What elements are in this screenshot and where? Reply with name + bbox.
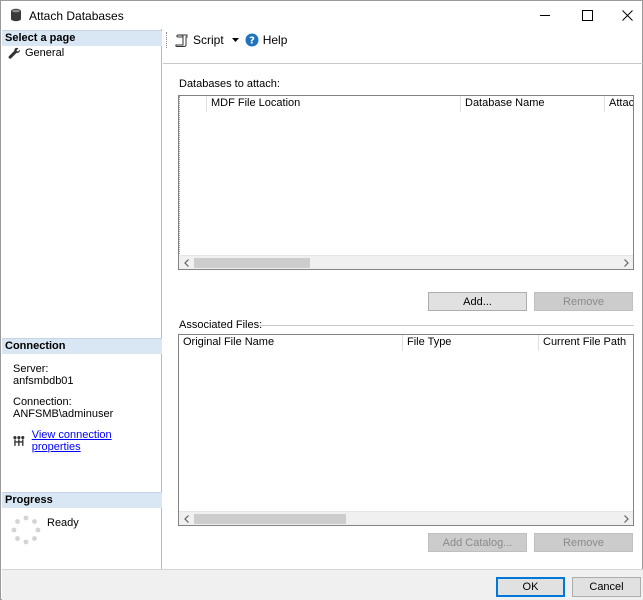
close-button[interactable]	[605, 1, 643, 29]
associated-files-grid-header: Original File Name File Type Current Fil…	[179, 335, 633, 351]
chevron-left-icon	[183, 515, 189, 523]
scroll-left-button[interactable]	[179, 512, 193, 526]
attach-databases-dialog: Attach Databases Select a page General C…	[0, 0, 643, 600]
maximize-icon	[581, 9, 593, 21]
close-icon	[621, 9, 633, 21]
scroll-right-button[interactable]	[619, 256, 633, 270]
script-icon	[175, 34, 188, 47]
associated-files-label: Associated Files:	[179, 319, 263, 331]
scroll-thumb[interactable]	[194, 514, 346, 524]
cancel-button[interactable]: Cancel	[572, 577, 641, 597]
window-title: Attach Databases	[29, 9, 124, 23]
databases-to-attach-label: Databases to attach:	[179, 78, 280, 90]
script-label: Script	[193, 33, 224, 47]
connection-header: Connection	[2, 338, 162, 354]
script-button[interactable]: Script	[175, 33, 224, 47]
column-header-select[interactable]	[179, 96, 207, 112]
associated-files-horizontal-scrollbar[interactable]	[179, 511, 633, 525]
column-header-file-type[interactable]: File Type	[403, 335, 539, 351]
connection-label: Connection:	[13, 396, 72, 408]
column-header-database-name[interactable]: Database Name	[461, 96, 605, 112]
left-panel: Select a page General Connection Server:…	[2, 29, 162, 569]
view-connection-properties[interactable]: View connection properties	[12, 429, 161, 453]
progress-header: Progress	[2, 492, 162, 508]
grid-row-indicator	[179, 96, 180, 254]
remove-database-button[interactable]: Remove	[534, 292, 633, 311]
view-connection-properties-link[interactable]: View connection properties	[32, 429, 161, 453]
toolbar: Script ? Help	[163, 29, 643, 51]
associated-files-grid[interactable]: Original File Name File Type Current Fil…	[178, 334, 634, 526]
title-bar[interactable]: Attach Databases	[1, 1, 642, 29]
minimize-button[interactable]	[523, 1, 567, 29]
progress-status: Ready	[47, 517, 79, 529]
chevron-right-icon	[623, 259, 629, 267]
databases-grid-header: MDF File Location Database Name Attach	[179, 96, 633, 112]
help-label: Help	[262, 33, 288, 47]
server-value: anfsmbdb01	[13, 375, 74, 387]
page-item-label: General	[25, 47, 65, 59]
databases-horizontal-scrollbar[interactable]	[179, 255, 633, 269]
chevron-left-icon	[183, 259, 189, 267]
wrench-icon	[8, 47, 20, 59]
column-header-mdf-file-location[interactable]: MDF File Location	[207, 96, 461, 112]
column-header-current-file-path[interactable]: Current File Path	[539, 335, 633, 351]
add-database-button[interactable]: Add...	[428, 292, 527, 311]
toolbar-grip	[166, 32, 169, 48]
ok-button[interactable]: OK	[496, 577, 565, 597]
chevron-right-icon	[623, 515, 629, 523]
column-header-original-file-name[interactable]: Original File Name	[179, 335, 403, 351]
maximize-button[interactable]	[565, 1, 609, 29]
progress-spinner-icon	[11, 515, 41, 545]
connection-properties-icon	[13, 436, 25, 446]
caret-down-icon	[231, 38, 239, 42]
svg-text:?: ?	[249, 36, 255, 47]
add-catalog-button[interactable]: Add Catalog...	[428, 533, 527, 552]
connection-value: ANFSMB\adminuser	[13, 408, 114, 420]
remove-file-button[interactable]: Remove	[534, 533, 633, 552]
scroll-right-button[interactable]	[619, 512, 633, 526]
column-header-attach[interactable]: Attach	[605, 96, 633, 112]
help-button[interactable]: ? Help	[245, 33, 288, 47]
script-dropdown[interactable]	[231, 38, 239, 42]
main-content: Databases to attach: MDF File Location D…	[163, 63, 643, 569]
server-label: Server:	[13, 363, 49, 375]
associated-files-separator	[259, 325, 634, 326]
scroll-left-button[interactable]	[179, 256, 193, 270]
databases-grid[interactable]: MDF File Location Database Name Attach	[178, 95, 634, 270]
database-icon	[11, 8, 21, 22]
scroll-thumb[interactable]	[194, 258, 310, 268]
dialog-footer: OK Cancel	[2, 569, 643, 600]
help-icon: ?	[245, 33, 259, 47]
select-page-header: Select a page	[2, 30, 162, 46]
minimize-icon	[539, 14, 550, 16]
page-item-general[interactable]: General	[8, 46, 64, 60]
